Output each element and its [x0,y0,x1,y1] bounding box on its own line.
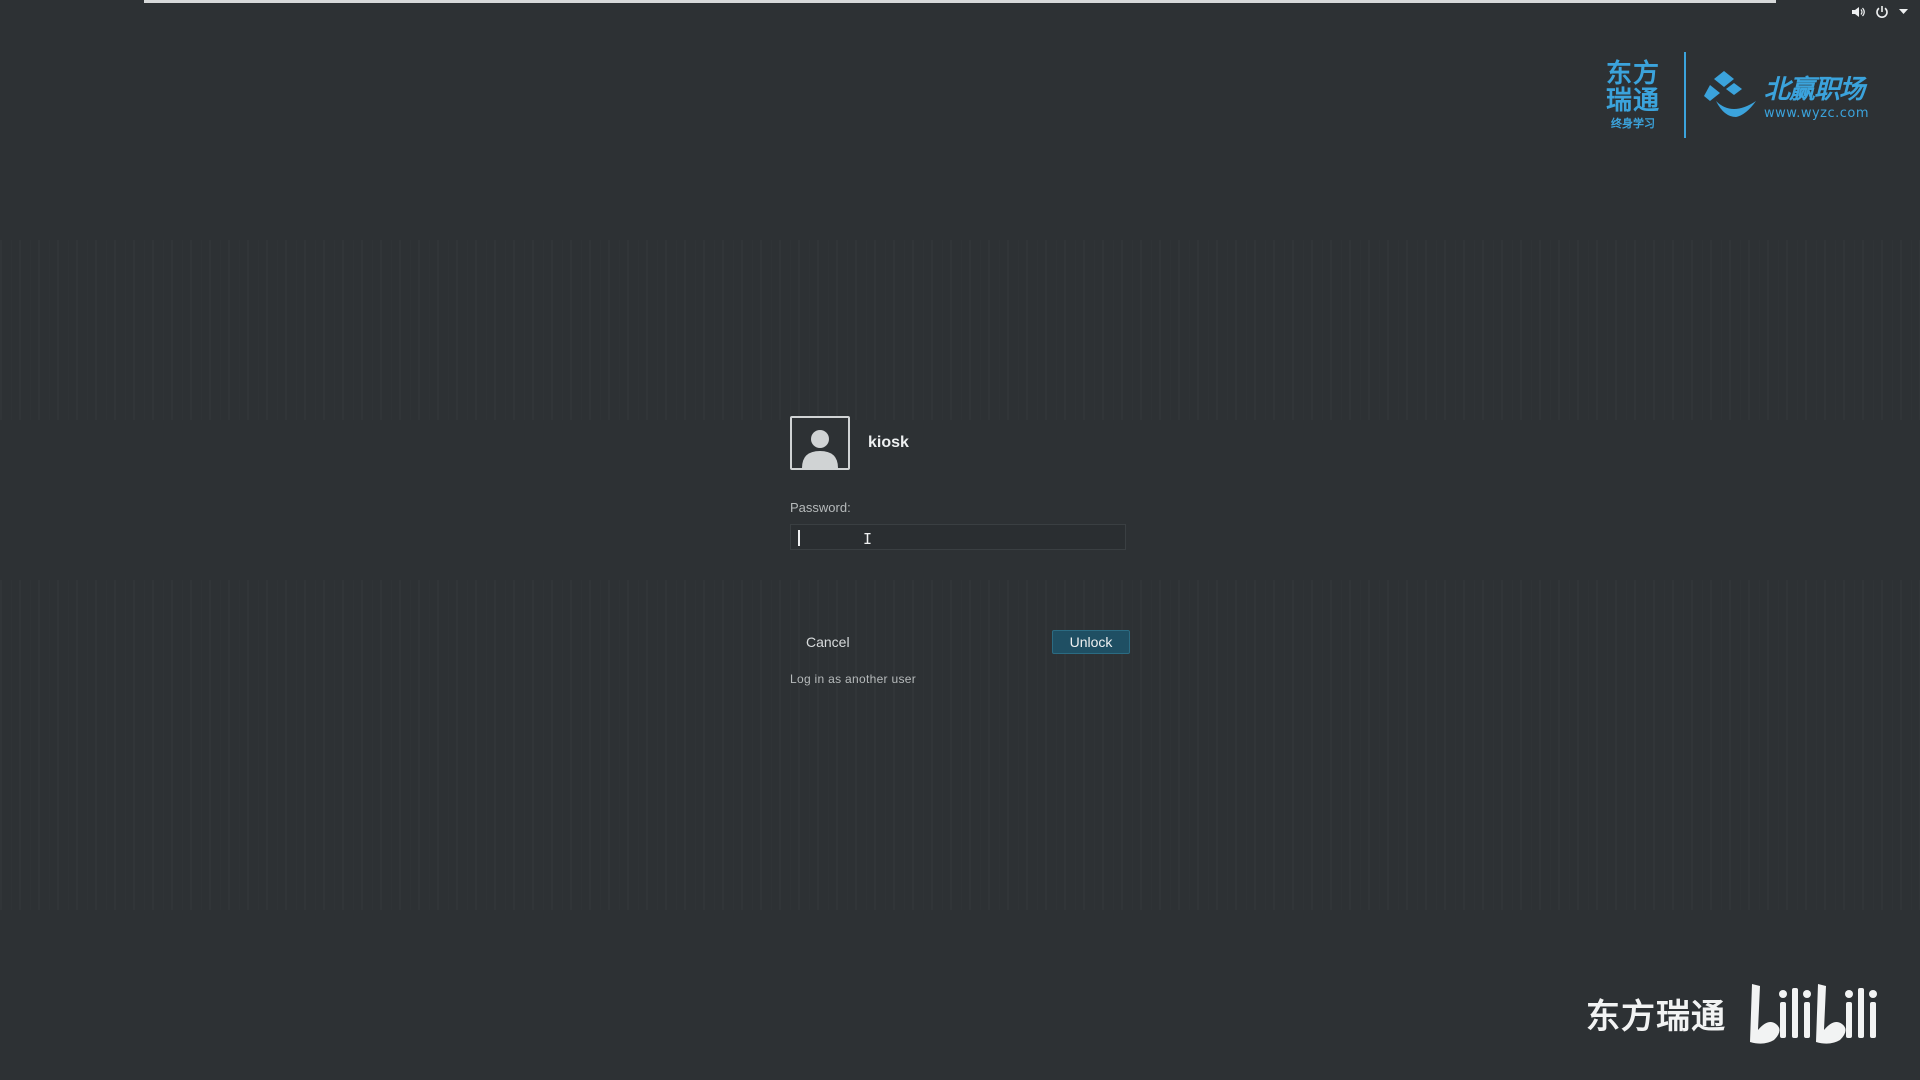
username: kiosk [868,434,909,451]
chevron-down-icon[interactable] [1899,9,1908,15]
watermark-text: 东方瑞通 [1586,996,1726,1037]
avatar [790,416,850,470]
password-label: Password: [790,500,851,515]
brand-logo: 东方瑞通 终身学习 北赢职场 www.wyzc.com [1596,50,1886,140]
ibeam-cursor-icon: I [863,530,873,548]
lock-screen: 东方瑞通 终身学习 北赢职场 www.wyzc.com kiosk Passwo… [0,0,1920,1080]
password-input[interactable]: I [790,524,1126,550]
wyzc-mark-icon [1704,71,1756,117]
logo-right: 北赢职场 www.wyzc.com [1702,65,1869,125]
text-caret [798,530,800,546]
system-tray[interactable] [1851,2,1908,22]
unlock-dialog: kiosk Password: I Cancel Unlock Log in a… [790,414,1130,686]
logo-right-url: www.wyzc.com [1764,106,1870,121]
unlock-button[interactable]: Unlock [1052,630,1130,654]
user-avatar-icon [802,430,838,468]
background-texture [0,240,1920,420]
logo-left-title: 东方瑞通 [1605,58,1660,116]
power-icon[interactable] [1875,5,1889,19]
watermark: 东方瑞通 [1586,980,1886,1046]
logo-left: 东方瑞通 终身学习 [1596,52,1670,138]
top-bar-line [144,0,1776,3]
speaker-icon[interactable] [1851,6,1865,18]
logo-right-title: 北赢职场 [1764,75,1865,105]
button-row: Cancel Unlock [790,630,1130,654]
cancel-button[interactable]: Cancel [790,630,866,654]
log-in-as-another-user-link[interactable]: Log in as another user [790,672,1130,686]
bilibili-logo-icon [1750,984,1877,1044]
logo-divider [1684,52,1686,138]
logo-left-subtitle: 终身学习 [1611,117,1655,131]
user-row: kiosk [790,414,1130,472]
